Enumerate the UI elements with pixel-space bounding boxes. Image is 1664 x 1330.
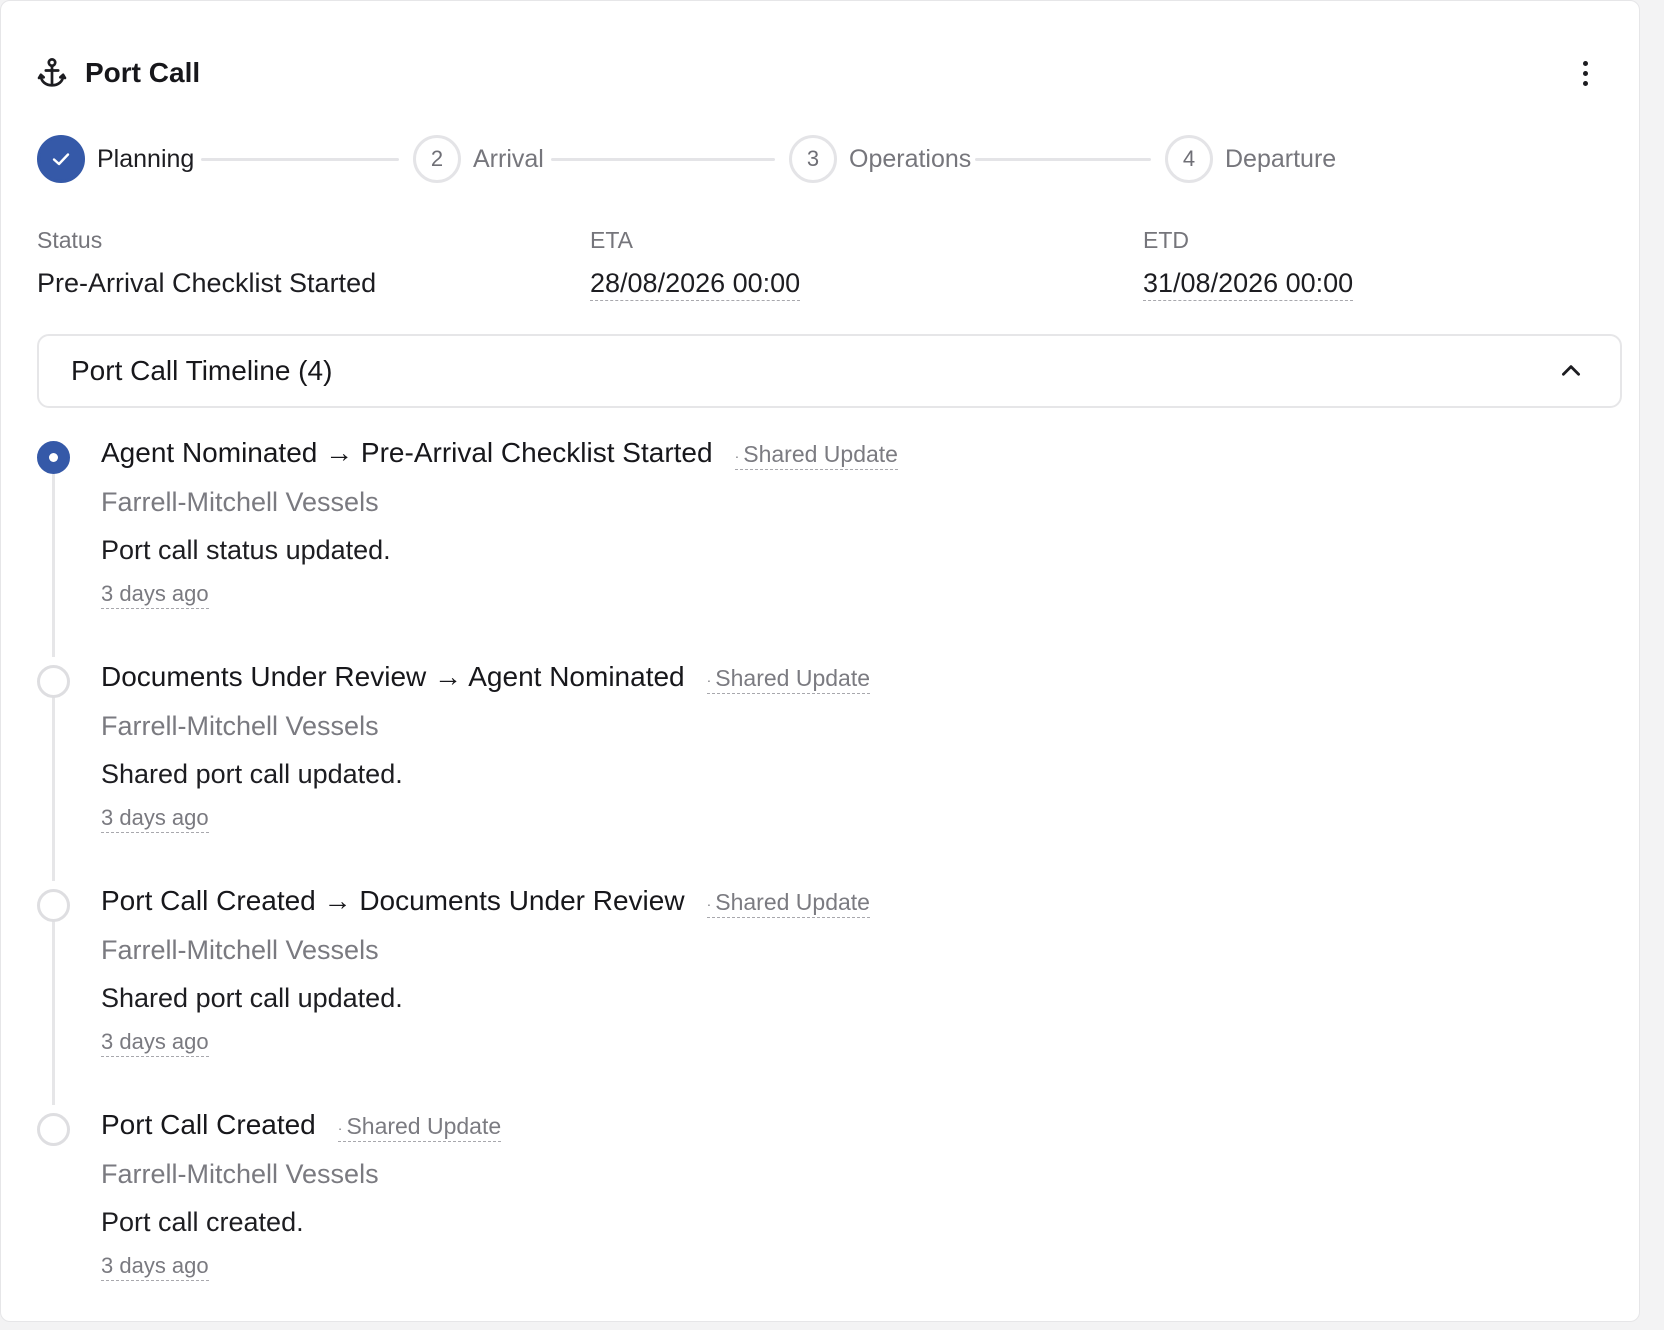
timeline-item-message: Shared port call updated. [101, 983, 403, 1013]
timeline-item-time[interactable]: 3 days ago [101, 805, 209, 833]
timeline-item-time[interactable]: 3 days ago [101, 1029, 209, 1057]
step-number: 3 [789, 135, 837, 183]
status-label: Status [37, 227, 103, 253]
timeline-item: Port Call Created → Documents Under Revi… [37, 879, 1597, 1079]
port-call-card: Port Call Planning 2 Arrival 3 Operation… [0, 0, 1640, 1322]
step-label: Departure [1225, 144, 1337, 173]
step-operations[interactable]: 3 Operations [789, 135, 971, 183]
shared-update-badge[interactable]: · Shared Update [706, 665, 871, 694]
step-planning[interactable]: Planning [37, 135, 194, 183]
step-departure[interactable]: 4 Departure [1165, 135, 1336, 183]
timeline-item-org: Farrell-Mitchell Vessels [101, 1159, 379, 1189]
step-label: Arrival [473, 144, 544, 173]
status-field: Status Pre-Arrival Checklist Started [37, 227, 376, 299]
shared-update-badge[interactable]: · Shared Update [706, 889, 870, 918]
timeline-item-org: Farrell-Mitchell Vessels [101, 711, 379, 741]
eta-value[interactable]: 28/08/2026 00:00 [590, 268, 801, 301]
timeline-toggle[interactable]: Port Call Timeline (4) [37, 334, 1622, 408]
timeline-dot [37, 665, 70, 698]
more-vertical-icon[interactable] [1575, 55, 1595, 91]
card-header: Port Call [37, 51, 1603, 95]
timeline-item-title: Port Call Created → Documents Under Revi… [101, 885, 685, 916]
anchor-icon [37, 57, 67, 87]
check-icon [52, 153, 70, 166]
timeline-title: Port Call Timeline (4) [71, 355, 333, 386]
page-title: Port Call [85, 57, 201, 88]
etd-label: ETD [1143, 227, 1189, 253]
timeline-item-message: Port call status updated. [101, 535, 391, 565]
progress-stepper: Planning 2 Arrival 3 Operations 4 Depart… [37, 135, 1457, 183]
step-label: Planning [97, 144, 195, 173]
etd-value[interactable]: 31/08/2026 00:00 [1143, 268, 1354, 301]
status-value: Pre-Arrival Checklist Started [37, 268, 377, 298]
timeline-item-message: Port call created. [101, 1207, 304, 1237]
timeline-item: Port Call Created · Shared Update Farrell… [37, 1103, 1597, 1303]
step-label: Operations [849, 144, 972, 173]
timeline-item-time[interactable]: 3 days ago [101, 581, 209, 609]
step-connector [201, 158, 399, 161]
step-connector [551, 158, 775, 161]
timeline-item: Documents Under Review → Agent Nominated… [37, 655, 1597, 855]
eta-field: ETA 28/08/2026 00:00 [590, 227, 801, 301]
timeline-item-title: Agent Nominated → Pre-Arrival Checklist … [101, 437, 713, 468]
timeline-item-org: Farrell-Mitchell Vessels [101, 487, 379, 517]
etd-field: ETD 31/08/2026 00:00 [1143, 227, 1354, 301]
timeline-dot-current [37, 441, 70, 474]
timeline-item-title: Port Call Created [101, 1109, 316, 1140]
chevron-up-icon [1562, 365, 1580, 376]
step-number: 2 [413, 135, 461, 183]
step-arrival[interactable]: 2 Arrival [413, 135, 544, 183]
timeline-item: Agent Nominated → Pre-Arrival Checklist … [37, 431, 1597, 631]
timeline-item-title: Documents Under Review → Agent Nominated [101, 661, 685, 692]
shared-update-badge[interactable]: · Shared Update [337, 1113, 502, 1142]
timeline-item-time[interactable]: 3 days ago [101, 1253, 209, 1281]
step-connector [975, 158, 1151, 161]
step-number: 4 [1165, 135, 1213, 183]
step-complete-indicator [37, 135, 85, 183]
eta-label: ETA [590, 227, 634, 253]
timeline-item-message: Shared port call updated. [101, 759, 403, 789]
timeline-item-org: Farrell-Mitchell Vessels [101, 935, 379, 965]
timeline-dot [37, 1113, 70, 1146]
timeline-dot [37, 889, 70, 922]
shared-update-badge[interactable]: · Shared Update [734, 441, 898, 470]
